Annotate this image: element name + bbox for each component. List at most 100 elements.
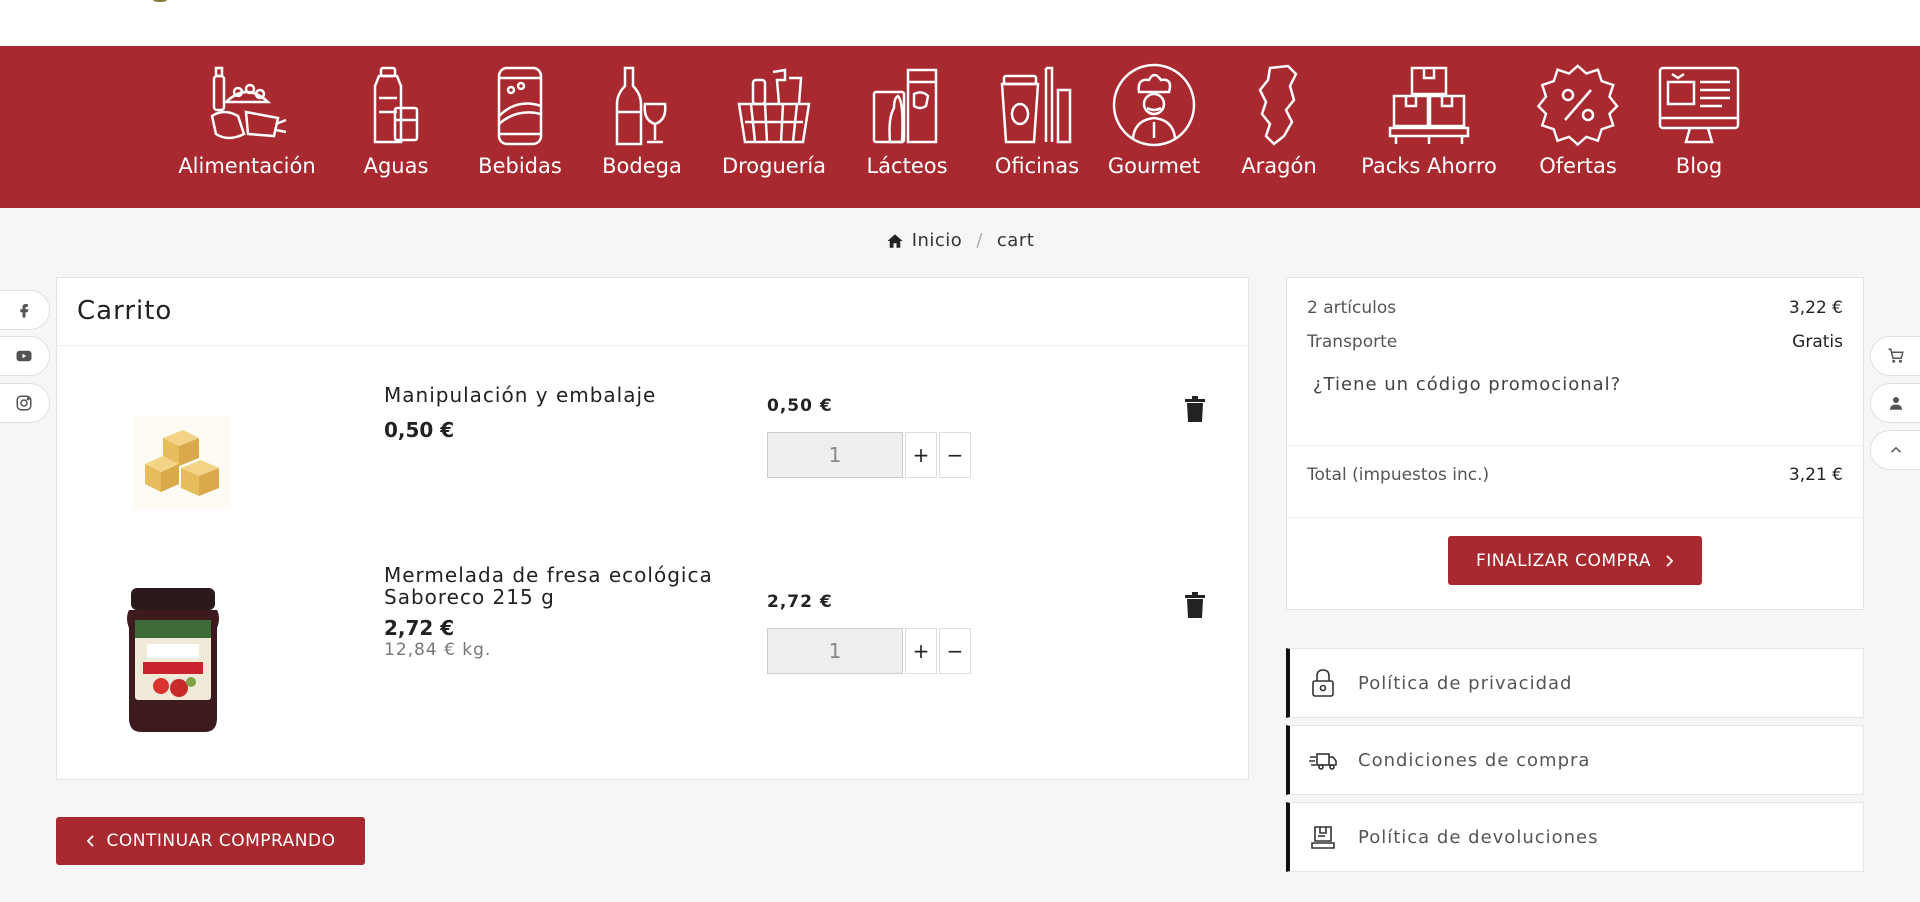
increase-quantity-button[interactable]: + xyxy=(905,432,937,478)
trash-icon[interactable] xyxy=(1184,396,1206,422)
item-name[interactable]: Mermelada de fresa ecológica Saboreco 21… xyxy=(384,564,744,608)
nav-label: Oficinas xyxy=(994,154,1080,178)
nav-item-gourmet[interactable]: Gourmet xyxy=(1104,46,1204,208)
blog-monitor-icon xyxy=(1658,66,1740,144)
delivery-truck-icon xyxy=(1309,753,1337,770)
chevron-right-icon xyxy=(1666,554,1674,567)
checkout-button[interactable]: FINALIZAR COMPRA xyxy=(1448,536,1702,585)
return-box-icon xyxy=(1311,826,1335,849)
nav-label: Alimentación xyxy=(178,154,316,178)
item-price: 2,72 € xyxy=(384,616,455,640)
divider xyxy=(1287,445,1863,446)
cleaning-basket-icon xyxy=(737,68,811,144)
scroll-top-button[interactable] xyxy=(1870,430,1920,470)
item-line-price: 2,72 € xyxy=(767,592,833,612)
soda-can-icon xyxy=(497,66,543,146)
office-coffee-icon xyxy=(1000,66,1072,144)
item-unit-price: 12,84 € kg. xyxy=(384,640,492,660)
aragon-map-icon xyxy=(1258,64,1298,146)
item-price: 0,50 € xyxy=(384,418,455,442)
nav-label: Aguas xyxy=(363,154,429,178)
breadcrumb: Inicio / cart xyxy=(0,230,1920,251)
packaging-cubes-image[interactable] xyxy=(127,408,237,518)
instagram-link[interactable] xyxy=(0,383,50,423)
summary-total-row: Total (impuestos inc.) 3,21 € xyxy=(1307,465,1843,485)
cart-icon xyxy=(1888,348,1904,363)
category-nav: Alimentación Aguas Bebidas Bodega Drogue… xyxy=(0,46,1920,208)
cart-summary: 2 artículos 3,22 € Transporte Gratis ¿Ti… xyxy=(1286,277,1864,610)
summary-items-row: 2 artículos 3,22 € xyxy=(1307,298,1843,318)
total-label: Total (impuestos inc.) xyxy=(1307,465,1490,485)
nav-label: Lácteos xyxy=(866,154,948,178)
nav-item-bebidas[interactable]: Bebidas xyxy=(470,46,570,208)
continue-shopping-label: CONTINUAR COMPRANDO xyxy=(106,831,336,851)
decrease-quantity-button[interactable]: − xyxy=(939,628,971,674)
breadcrumb-separator: / xyxy=(976,230,983,251)
nav-item-oficinas[interactable]: Oficinas xyxy=(982,46,1092,208)
promo-code-link[interactable]: ¿Tiene un código promocional? xyxy=(1313,374,1621,395)
continue-shopping-button[interactable]: CONTINUAR COMPRANDO xyxy=(56,817,365,865)
boxes-pallet-icon xyxy=(1388,66,1470,144)
home-icon xyxy=(887,233,903,248)
cart-panel: Carrito Manipulación y embalaje 0,50 € 0… xyxy=(56,277,1249,780)
water-bottle-icon xyxy=(373,66,419,144)
youtube-icon xyxy=(16,350,32,362)
decrease-quantity-button[interactable]: − xyxy=(939,432,971,478)
summary-shipping-row: Transporte Gratis xyxy=(1307,332,1843,352)
top-header xyxy=(0,0,1920,46)
privacy-policy-block[interactable]: Política de privacidad xyxy=(1286,648,1864,718)
item-name[interactable]: Manipulación y embalaje xyxy=(384,384,744,406)
item-line-price: 0,50 € xyxy=(767,396,833,416)
nav-label: Packs Ahorro xyxy=(1361,154,1497,178)
facebook-icon xyxy=(20,304,29,318)
nav-label: Ofertas xyxy=(1539,154,1617,178)
wine-icon xyxy=(615,66,667,146)
quantity-input[interactable]: 1 xyxy=(767,432,903,478)
total-value: 3,21 € xyxy=(1788,465,1843,485)
groceries-icon xyxy=(210,66,287,140)
nav-item-packs-ahorro[interactable]: Packs Ahorro xyxy=(1352,46,1506,208)
nav-item-blog[interactable]: Blog xyxy=(1656,46,1742,208)
dairy-icon xyxy=(872,68,938,144)
strawberry-jam-jar-image[interactable] xyxy=(125,588,221,734)
user-icon xyxy=(1890,397,1902,410)
trash-icon[interactable] xyxy=(1184,592,1206,618)
cart-item: Manipulación y embalaje 0,50 € 0,50 € 1 … xyxy=(57,368,1250,558)
nav-label: Droguería xyxy=(721,154,827,178)
nav-label: Blog xyxy=(1675,154,1723,178)
purchase-conditions-block[interactable]: Condiciones de compra xyxy=(1286,725,1864,795)
account-button[interactable] xyxy=(1870,383,1920,423)
quantity-input[interactable]: 1 xyxy=(767,628,903,674)
chevron-left-icon xyxy=(86,835,94,847)
checkout-label: FINALIZAR COMPRA xyxy=(1475,550,1652,571)
nav-item-aragon[interactable]: Aragón xyxy=(1236,46,1322,208)
cart-item: Mermelada de fresa ecológica Saboreco 21… xyxy=(57,564,1250,754)
logo-fragment[interactable] xyxy=(150,0,170,2)
nav-item-bodega[interactable]: Bodega xyxy=(592,46,692,208)
items-count-label: 2 artículos xyxy=(1307,298,1397,318)
nav-item-alimentacion[interactable]: Alimentación xyxy=(174,46,320,208)
nav-item-ofertas[interactable]: Ofertas xyxy=(1530,46,1626,208)
cart-title: Carrito xyxy=(57,278,1248,346)
padlock-icon xyxy=(1312,669,1334,697)
breadcrumb-home[interactable]: Inicio xyxy=(912,230,963,251)
items-subtotal: 3,22 € xyxy=(1788,298,1843,318)
divider xyxy=(1287,517,1863,518)
nav-item-drogueria[interactable]: Droguería xyxy=(716,46,832,208)
shipping-label: Transporte xyxy=(1307,332,1398,352)
policy-label: Condiciones de compra xyxy=(1358,749,1591,771)
policy-label: Política de devoluciones xyxy=(1358,826,1599,848)
nav-item-lacteos[interactable]: Lácteos xyxy=(862,46,952,208)
nav-label: Bebidas xyxy=(478,154,562,178)
shipping-value: Gratis xyxy=(1792,332,1843,352)
facebook-link[interactable] xyxy=(0,290,50,330)
increase-quantity-button[interactable]: + xyxy=(905,628,937,674)
cart-shortcut-button[interactable] xyxy=(1870,336,1920,376)
instagram-icon xyxy=(16,395,32,411)
nav-label: Bodega xyxy=(602,154,682,178)
youtube-link[interactable] xyxy=(0,336,50,376)
nav-label: Gourmet xyxy=(1107,154,1201,178)
chevron-up-icon xyxy=(1890,446,1902,453)
returns-policy-block[interactable]: Política de devoluciones xyxy=(1286,802,1864,872)
nav-item-aguas[interactable]: Aguas xyxy=(356,46,436,208)
